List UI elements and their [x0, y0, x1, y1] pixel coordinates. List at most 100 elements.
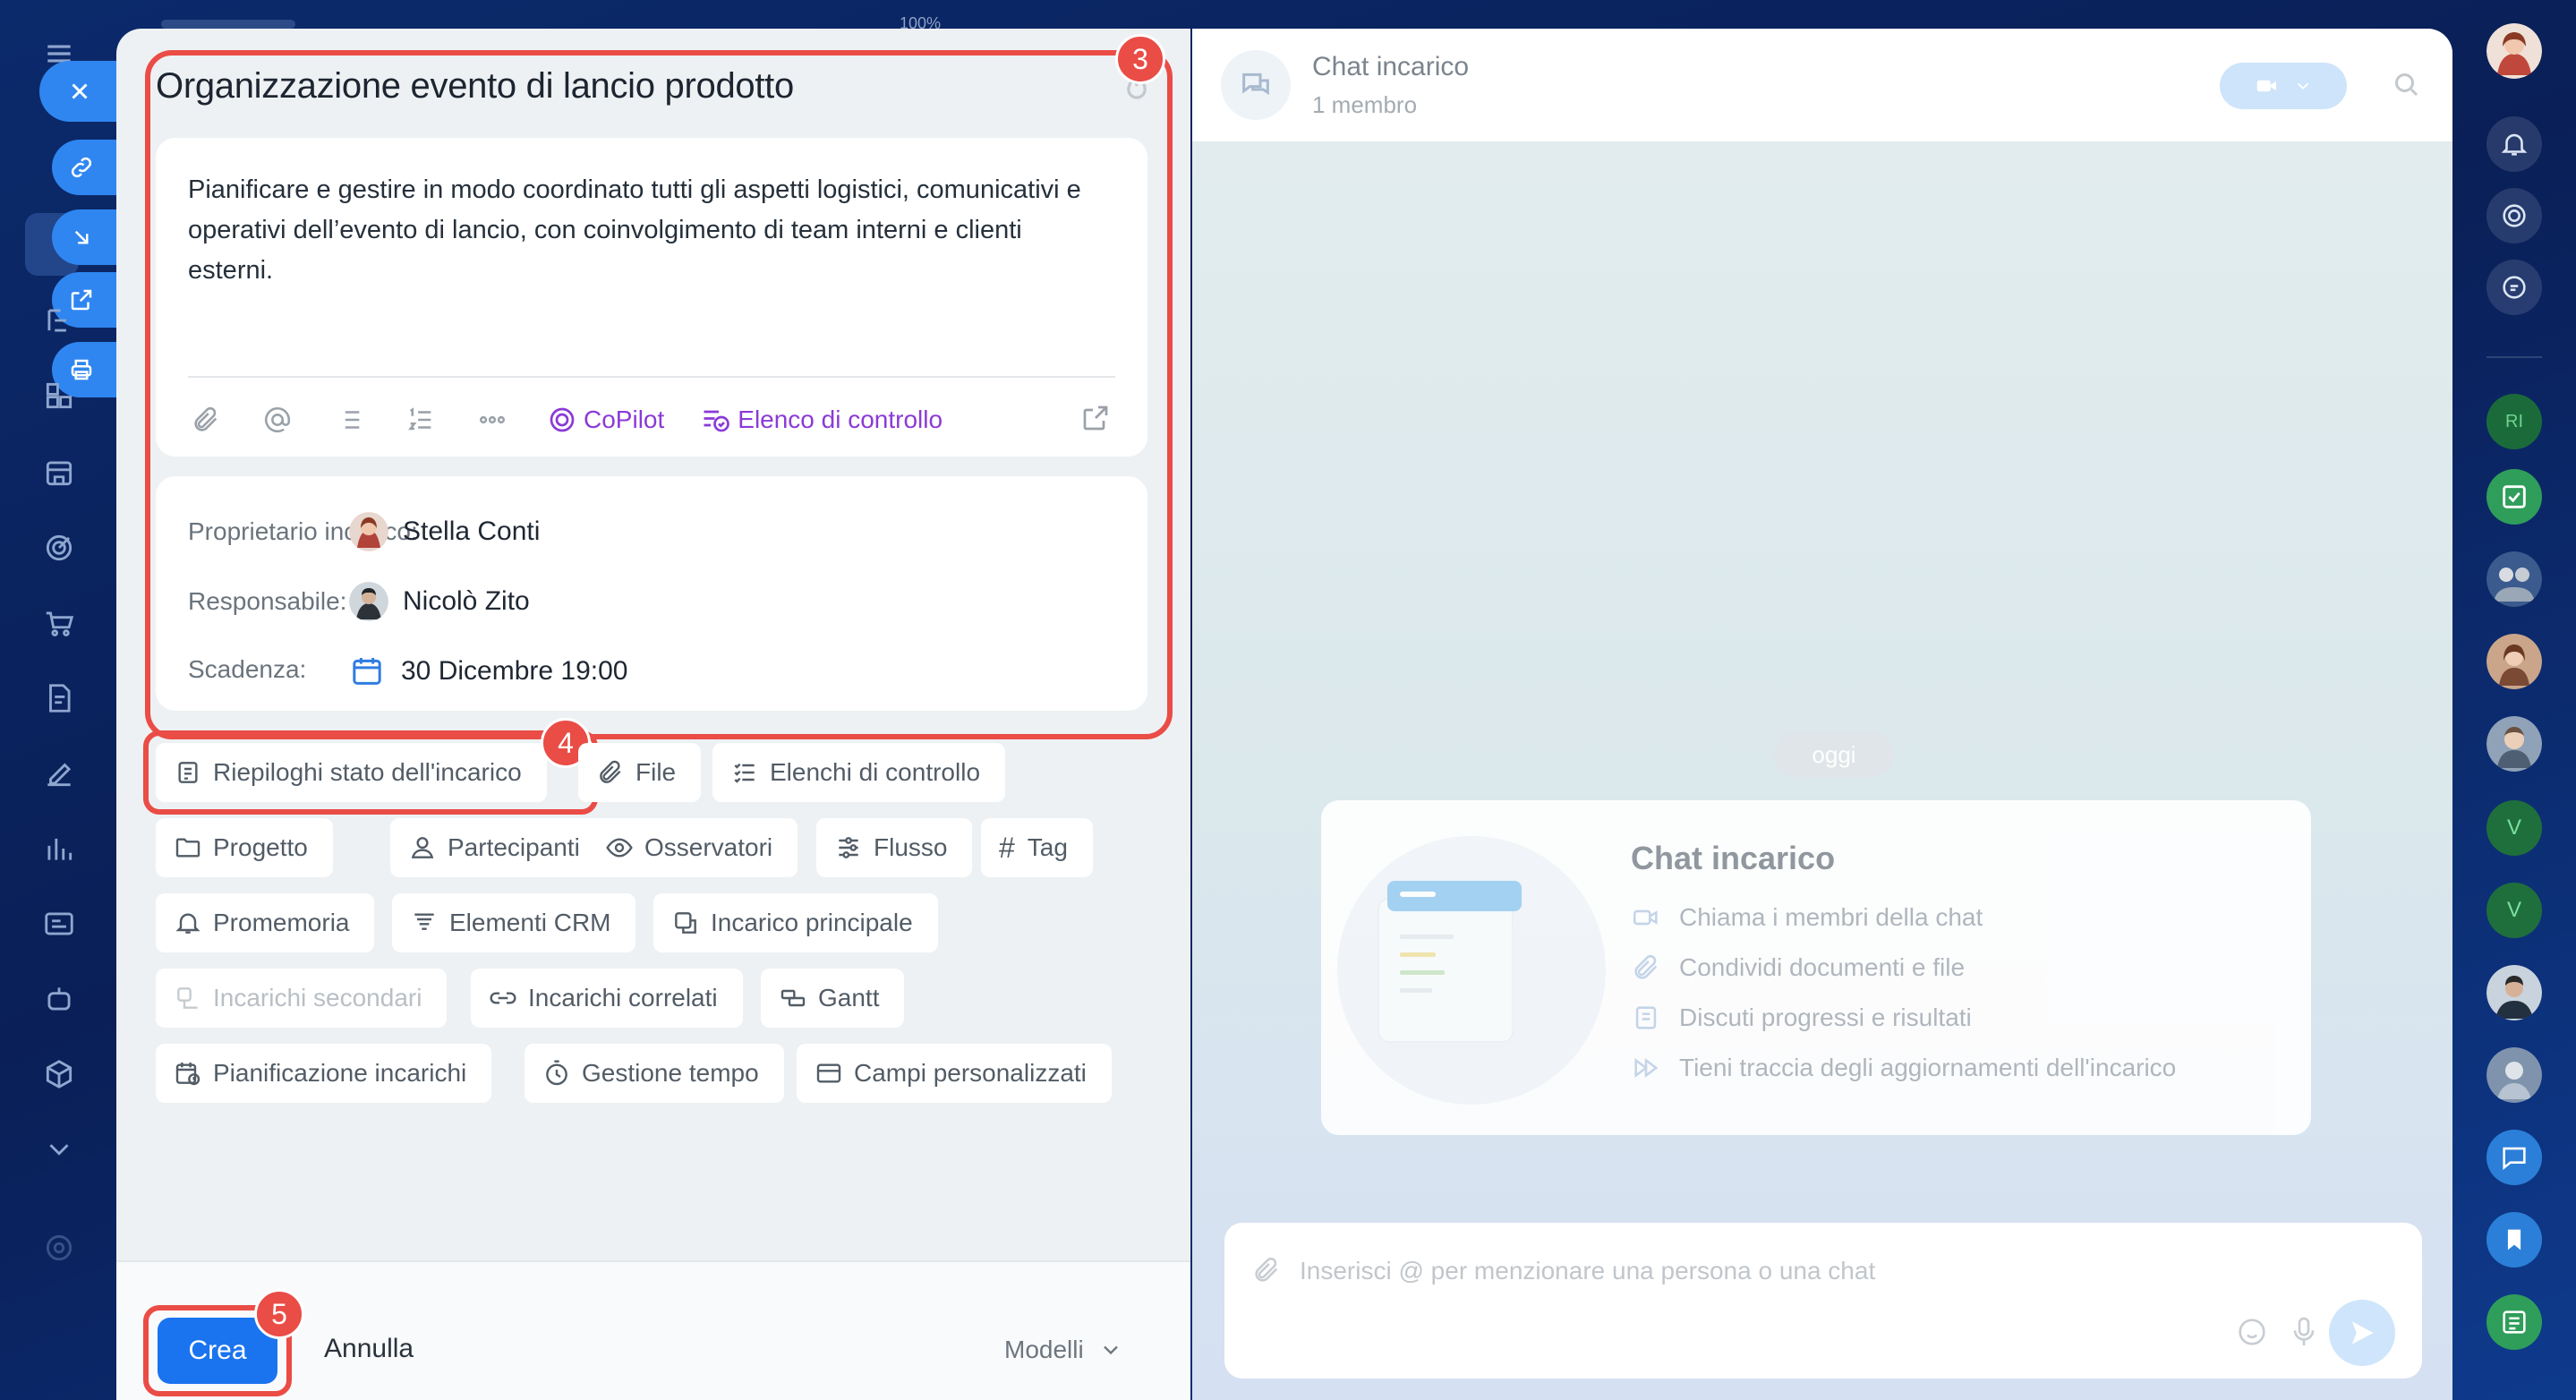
video-call-button[interactable]	[2220, 63, 2347, 109]
tasks-chat-icon[interactable]	[2486, 469, 2542, 525]
chip-observers[interactable]: Osservatori	[587, 818, 798, 877]
chip-gantt[interactable]: Gantt	[761, 969, 905, 1028]
news-icon[interactable]	[2486, 1294, 2542, 1350]
highlight-box-4	[143, 730, 598, 815]
chat-members-count[interactable]: 1 membro	[1312, 91, 1417, 119]
chevron-down-icon	[2297, 82, 2309, 90]
chat-avatar-v[interactable]: V	[2486, 883, 2542, 938]
welcome-item: Condividi documenti e file	[1631, 952, 1965, 983]
chip-subtasks[interactable]: Incarichi secondari	[156, 969, 448, 1028]
folder-icon	[175, 838, 200, 858]
templates-dropdown[interactable]: Modelli	[1004, 1336, 1123, 1364]
welcome-item-label: Condividi documenti e file	[1679, 953, 1966, 981]
chip-label: Partecipanti	[448, 833, 580, 861]
chip-label: File	[635, 758, 677, 786]
welcome-title: Chat incarico	[1631, 840, 1836, 876]
step-badge-3: 3	[1115, 34, 1165, 84]
arrow-down-right-icon	[74, 230, 89, 244]
grid-app-icon[interactable]	[39, 376, 79, 415]
browser-tab-stub	[161, 20, 295, 29]
chip-label: Campi personalizzati	[854, 1059, 1087, 1087]
contact-card-icon[interactable]	[39, 904, 79, 943]
chip-label: Gantt	[818, 984, 880, 1012]
current-user-avatar[interactable]	[2486, 23, 2542, 79]
chat-welcome-card: Chat incarico Chiama i membri della chat…	[1321, 800, 2311, 1135]
more-chevron-icon[interactable]	[39, 1130, 79, 1169]
avatar[interactable]	[2486, 716, 2542, 772]
chat-illustration-icon	[1337, 836, 1606, 1105]
copilot-icon[interactable]	[2486, 188, 2542, 243]
chip-project[interactable]: Progetto	[156, 818, 333, 877]
chip-reminder[interactable]: Promemoria	[156, 893, 375, 952]
chat-channel-icon[interactable]	[2486, 1130, 2542, 1185]
chip-related-tasks[interactable]: Incarichi correlati	[471, 969, 743, 1028]
copy-link-button[interactable]	[52, 140, 116, 195]
avatar[interactable]	[2486, 634, 2542, 689]
bookmark-icon[interactable]	[2486, 1212, 2542, 1268]
document-sign-icon[interactable]	[39, 679, 79, 718]
parent-task-icon	[675, 912, 696, 934]
cube-icon[interactable]	[39, 1054, 79, 1094]
target-icon[interactable]	[39, 528, 79, 568]
chat-header: Chat incarico 1 membro	[1192, 29, 2452, 142]
cancel-button[interactable]: Annulla	[324, 1334, 414, 1364]
task-chat-panel: Chat incarico 1 membro oggi Chat incaric…	[1192, 29, 2452, 1400]
chevron-down-icon	[1103, 1345, 1118, 1355]
settings-icon[interactable]	[39, 1228, 79, 1268]
microphone-icon[interactable]	[2286, 1312, 2322, 1352]
custom-fields-icon	[816, 1063, 841, 1083]
chip-flow[interactable]: Flusso	[816, 818, 973, 877]
chip-label: Progetto	[213, 833, 308, 861]
robot-icon[interactable]	[39, 979, 79, 1019]
chip-checklists[interactable]: Elenchi di controllo	[712, 743, 1006, 802]
welcome-item: Chiama i membri della chat	[1631, 902, 1983, 933]
chip-label: Elenchi di controllo	[770, 758, 981, 786]
chip-label: Flusso	[874, 833, 948, 861]
avatar[interactable]	[2486, 1047, 2542, 1103]
chat-input-placeholder: Inserisci @ per menzionare una persona o…	[1300, 1257, 1876, 1285]
chip-task-planning[interactable]: Pianificazione incarichi	[156, 1044, 492, 1103]
chip-tag[interactable]: # Tag	[981, 818, 1093, 877]
welcome-item: Discuti progressi e risultati	[1631, 1003, 1972, 1033]
paperclip-icon[interactable]	[1251, 1255, 1282, 1285]
analytics-icon[interactable]	[39, 829, 79, 868]
chat-message-input[interactable]: Inserisci @ per menzionare una persona o…	[1224, 1223, 2422, 1379]
chip-label: Incarico principale	[711, 909, 913, 936]
summary-icon	[1635, 1006, 1657, 1029]
chip-participants[interactable]: Partecipanti	[390, 818, 605, 877]
tree-icon[interactable]	[39, 301, 79, 340]
search-chats-icon[interactable]	[2486, 260, 2542, 315]
templates-label: Modelli	[1004, 1336, 1084, 1363]
chip-files[interactable]: File	[578, 743, 702, 802]
paperclip-icon	[1634, 954, 1658, 979]
cart-icon[interactable]	[39, 603, 79, 643]
chip-custom-fields[interactable]: Campi personalizzati	[797, 1044, 1112, 1103]
hash-icon: #	[999, 831, 1015, 864]
collapse-button[interactable]	[52, 209, 116, 265]
chat-avatar-ri[interactable]: RI	[2486, 394, 2542, 449]
emoji-icon[interactable]	[2234, 1314, 2270, 1350]
chip-label: Pianificazione incarichi	[213, 1059, 467, 1087]
chip-label: Elementi CRM	[449, 909, 611, 936]
avatar[interactable]	[2486, 551, 2542, 607]
building-icon[interactable]	[39, 453, 79, 492]
close-panel-button[interactable]	[39, 61, 120, 122]
timer-icon	[546, 1060, 567, 1086]
bell-icon	[175, 913, 200, 934]
chip-time-tracking[interactable]: Gestione tempo	[525, 1044, 784, 1103]
search-icon[interactable]	[2390, 68, 2424, 102]
date-separator: oggi	[1774, 732, 1894, 777]
link-icon	[71, 157, 92, 178]
chip-label: Gestione tempo	[582, 1059, 759, 1087]
link-icon	[490, 992, 516, 1004]
task-footer: Crea 5 Annulla Modelli	[116, 1260, 1190, 1400]
paperclip-icon	[600, 760, 621, 783]
chat-avatar-v[interactable]: V	[2486, 800, 2542, 856]
notifications-icon[interactable]	[2486, 116, 2542, 172]
send-button[interactable]	[2329, 1300, 2395, 1366]
eye-icon	[606, 838, 633, 858]
avatar[interactable]	[2486, 965, 2542, 1020]
pen-icon[interactable]	[39, 754, 79, 793]
chip-parent-task[interactable]: Incarico principale	[653, 893, 938, 952]
chip-crm-elements[interactable]: Elementi CRM	[392, 893, 636, 952]
